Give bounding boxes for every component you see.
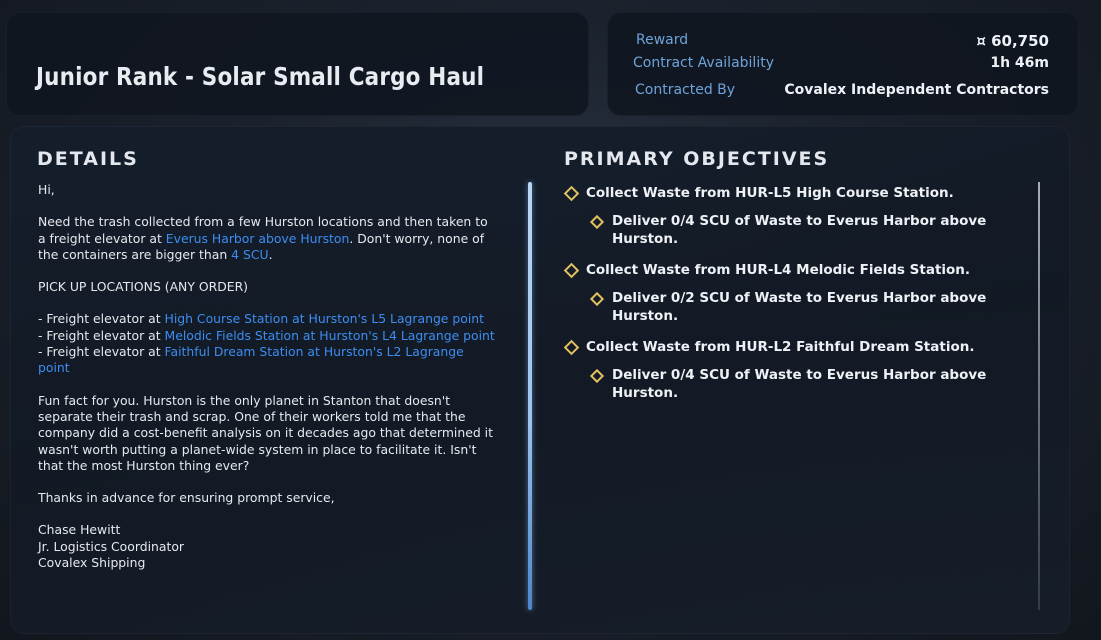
pickup-list: - Freight elevator at High Course Statio… <box>38 311 498 376</box>
objective-text: Collect Waste from HUR-L4 Melodic Fields… <box>586 262 971 278</box>
signature-block: Chase Hewitt Jr. Logistics Coordinator C… <box>38 522 498 571</box>
objectives-scroll-edge <box>1038 182 1040 610</box>
contract-main-panel: DETAILS Hi, Need the trash collected fro… <box>10 126 1070 634</box>
objective-group: Collect Waste from HUR-L4 Melodic Fields… <box>563 261 1004 325</box>
pickup-prefix: - Freight elevator at <box>38 344 165 360</box>
pickup-heading: PICK UP LOCATIONS (ANY ORDER) <box>38 279 249 295</box>
objectives-heading: PRIMARY OBJECTIVES <box>564 148 830 170</box>
pickup-prefix: - Freight elevator at <box>38 327 165 343</box>
reward-value: ¤ 60,750 <box>976 32 1049 50</box>
objective-text: Collect Waste from HUR-L2 Faithful Dream… <box>586 339 975 355</box>
sub-objective-item: Deliver 0/4 SCU of Waste to Everus Harbo… <box>564 212 1004 248</box>
sub-objective-text: Deliver 0/4 SCU of Waste to Everus Harbo… <box>612 213 987 247</box>
contracted-by-value: Covalex Independent Contractors <box>784 82 1049 98</box>
contracted-by-row: Contracted By Covalex Independent Contra… <box>635 82 1049 98</box>
contracted-by-label: Contracted By <box>635 82 736 98</box>
signature-role: Jr. Logistics Coordinator <box>38 538 185 554</box>
reward-label: Reward <box>636 32 689 48</box>
scu-link[interactable]: 4 SCU <box>231 247 268 262</box>
thanks-line: Thanks in advance for ensuring prompt se… <box>38 490 335 506</box>
pickup-item: - Freight elevator at High Course Statio… <box>38 311 484 326</box>
diamond-icon <box>589 368 605 384</box>
fun-fact-paragraph: Fun fact for you. Hurston is the only pl… <box>38 392 493 473</box>
objectives-list: Collect Waste from HUR-L5 High Course St… <box>563 184 1004 415</box>
diamond-icon <box>589 214 605 230</box>
reward-row: Reward ¤ 60,750 <box>636 32 1049 50</box>
sub-objective-text: Deliver 0/2 SCU of Waste to Everus Harbo… <box>612 290 987 324</box>
sub-objective-item: Deliver 0/4 SCU of Waste to Everus Harbo… <box>564 366 1004 402</box>
pickup-location-link[interactable]: Melodic Fields Station at Hurston's L4 L… <box>165 328 495 343</box>
sub-objective-text: Deliver 0/4 SCU of Waste to Everus Harbo… <box>612 367 987 401</box>
signature-name: Chase Hewitt <box>38 522 121 538</box>
diamond-icon <box>563 262 580 279</box>
details-body[interactable]: Hi, Need the trash collected from a few … <box>38 182 498 571</box>
everus-harbor-link[interactable]: Everus Harbor above Hurston <box>166 231 350 246</box>
contract-info-panel: Reward ¤ 60,750 Contract Availability 1h… <box>607 12 1079 116</box>
objective-text: Collect Waste from HUR-L5 High Course St… <box>586 185 954 201</box>
diamond-icon <box>563 185 580 202</box>
contract-title: Junior Rank - Solar Small Cargo Haul <box>36 62 485 91</box>
sub-objective-item: Deliver 0/2 SCU of Waste to Everus Harbo… <box>564 289 1004 325</box>
signature-company: Covalex Shipping <box>38 555 146 571</box>
objective-group: Collect Waste from HUR-L2 Faithful Dream… <box>563 338 1004 402</box>
pickup-item: - Freight elevator at Faithful Dream Sta… <box>38 344 464 375</box>
objective-item: Collect Waste from HUR-L4 Melodic Fields… <box>563 261 1004 279</box>
objective-item: Collect Waste from HUR-L5 High Course St… <box>563 184 1004 202</box>
details-text: . <box>268 246 273 262</box>
details-paragraph-1: Need the trash collected from a few Hurs… <box>38 214 498 263</box>
details-greeting: Hi, <box>38 182 55 197</box>
diamond-icon <box>563 339 580 356</box>
pickup-location-link[interactable]: High Course Station at Hurston's L5 Lagr… <box>165 311 484 326</box>
pickup-item: - Freight elevator at Melodic Fields Sta… <box>38 328 495 343</box>
objective-item: Collect Waste from HUR-L2 Faithful Dream… <box>563 338 1004 356</box>
availability-value: 1h 46m <box>990 55 1049 71</box>
contract-title-panel: Junior Rank - Solar Small Cargo Haul <box>6 12 589 116</box>
availability-label: Contract Availability <box>633 55 774 71</box>
pickup-prefix: - Freight elevator at <box>38 311 165 327</box>
details-scrollbar[interactable] <box>528 182 532 610</box>
objective-group: Collect Waste from HUR-L5 High Course St… <box>563 184 1004 248</box>
availability-row: Contract Availability 1h 46m <box>633 55 1049 71</box>
diamond-icon <box>589 291 605 307</box>
details-heading: DETAILS <box>37 148 139 170</box>
